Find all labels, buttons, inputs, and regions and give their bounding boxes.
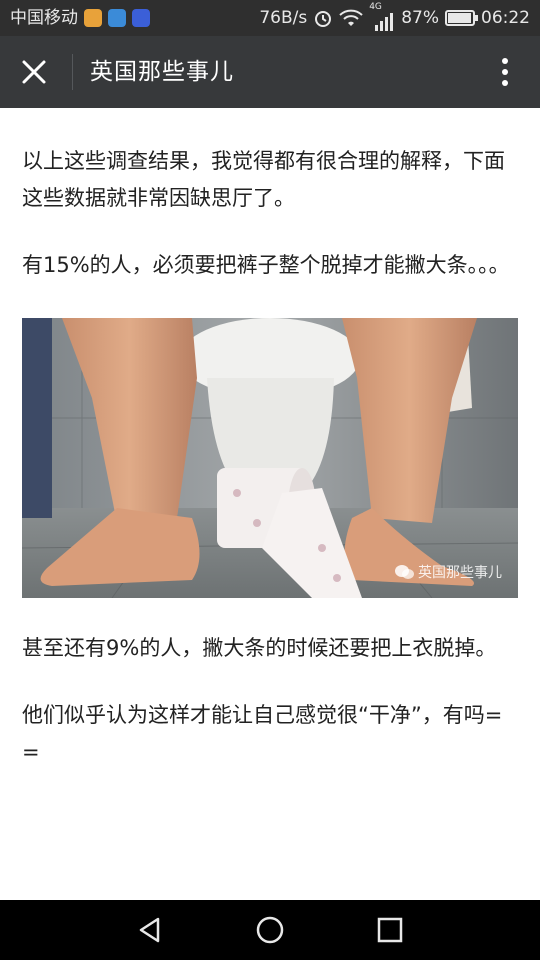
battery-percent: 87% — [401, 8, 439, 28]
more-vertical-icon — [502, 58, 508, 86]
article-body: 以上这些调查结果，我觉得都有很合理的解释，下面这些数据就非常因缺思厅了。 有15… — [22, 108, 518, 771]
back-icon — [139, 917, 160, 943]
status-bar: 中国移动 76B/s 4G 87% 06:22 — [0, 0, 540, 36]
app-notification-icon — [84, 9, 102, 27]
recents-icon — [377, 917, 403, 943]
close-button[interactable] — [12, 50, 56, 94]
clock: 06:22 — [481, 8, 530, 28]
app-notification-icon — [132, 9, 150, 27]
recents-button[interactable] — [368, 910, 412, 950]
signal-icon: 4G — [369, 2, 395, 31]
article-paragraph: 甚至还有9%的人，撇大条的时候还要把上衣脱掉。 — [22, 636, 497, 660]
home-button[interactable] — [248, 910, 292, 950]
wechat-icon — [395, 565, 414, 579]
article-image[interactable]: 英国那些事儿 — [22, 318, 518, 598]
network-type: 4G — [369, 2, 382, 12]
app-notification-icon — [108, 9, 126, 27]
close-icon — [22, 60, 46, 84]
status-bar-right: 76B/s 4G 87% 06:22 — [259, 0, 530, 36]
system-nav-bar — [0, 900, 540, 960]
alarm-icon — [313, 8, 333, 28]
toilet-photo — [22, 318, 518, 598]
app-bar: 英国那些事儿 — [0, 36, 540, 108]
wifi-icon — [339, 9, 363, 27]
home-icon — [256, 916, 284, 944]
watermark-text: 英国那些事儿 — [418, 565, 502, 581]
battery-icon — [445, 10, 478, 26]
article-paragraph: 以上这些调查结果，我觉得都有很合理的解释，下面这些数据就非常因缺思厅了。 — [22, 149, 505, 210]
carrier-label: 中国移动 — [10, 8, 78, 28]
page-title: 英国那些事儿 — [90, 59, 234, 85]
more-options-button[interactable] — [490, 54, 520, 90]
image-watermark: 英国那些事儿 — [394, 562, 502, 582]
network-speed: 76B/s — [259, 8, 308, 28]
app-bar-divider — [72, 54, 73, 90]
article-paragraph: 他们似乎认为这样才能让自己感觉很“干净”，有吗= = — [22, 703, 503, 764]
article-paragraph: 有15%的人，必须要把裤子整个脱掉才能撇大条。。。 — [22, 253, 510, 277]
battery-fill — [448, 13, 471, 23]
back-button[interactable] — [128, 910, 172, 950]
status-bar-left: 中国移动 — [10, 0, 150, 36]
